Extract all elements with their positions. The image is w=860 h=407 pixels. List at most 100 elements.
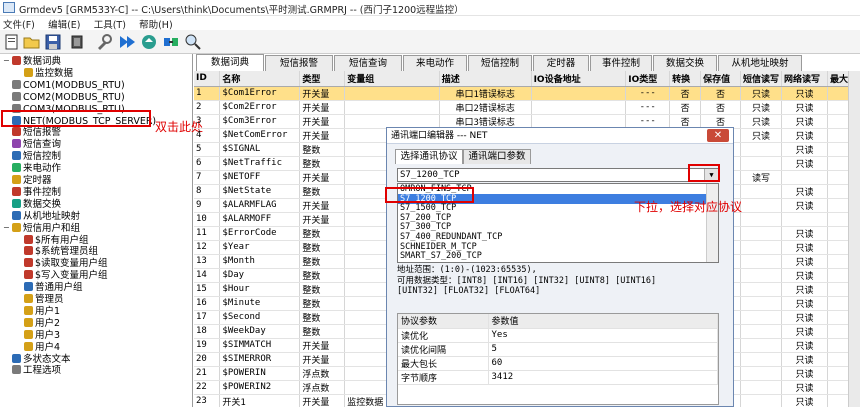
tree-node[interactable]: $所有用户组 bbox=[24, 234, 89, 247]
column-header[interactable]: 变量组 bbox=[344, 71, 440, 87]
tree-node[interactable]: 管理员 bbox=[24, 294, 64, 306]
column-header[interactable]: 转换 bbox=[669, 71, 702, 87]
tab-3[interactable]: 来电动作 bbox=[403, 55, 467, 71]
open-icon[interactable] bbox=[23, 33, 41, 51]
column-header[interactable]: ID bbox=[194, 71, 221, 87]
column-header[interactable]: 网络读写 bbox=[781, 71, 828, 87]
tree-node[interactable]: − 短信用户和组 bbox=[3, 222, 80, 235]
table-cell: $Day bbox=[219, 268, 301, 283]
tree-node[interactable]: 事件控制 bbox=[12, 186, 61, 199]
table-cell: 17 bbox=[194, 310, 221, 325]
param-value[interactable]: Yes bbox=[488, 328, 718, 343]
table-cell: 只读 bbox=[781, 310, 828, 325]
save-icon[interactable] bbox=[44, 33, 62, 51]
column-header[interactable]: 短信读写 bbox=[740, 71, 783, 87]
table-cell: 只读 bbox=[781, 296, 828, 311]
new-icon[interactable] bbox=[3, 33, 21, 51]
table-cell: 22 bbox=[194, 380, 221, 395]
tab-port-params[interactable]: 通讯端口参数 bbox=[463, 149, 531, 164]
tree-node[interactable]: 普通用户组 bbox=[24, 282, 83, 294]
tree-node[interactable]: COM1(MODBUS_RTU) bbox=[12, 79, 125, 92]
node-icon bbox=[24, 317, 33, 327]
tab-7[interactable]: 数据交换 bbox=[653, 55, 717, 71]
protocol-option[interactable]: S7_400_REDUNDANT_TCP bbox=[398, 232, 706, 242]
expander-icon[interactable]: − bbox=[3, 57, 11, 65]
tab-5[interactable]: 定时器 bbox=[533, 55, 589, 71]
desc-line-2: 可用数据类型：[INT8] [INT16] [INT32] [UINT8] [U… bbox=[397, 275, 657, 286]
tree-node[interactable]: 短信报警 bbox=[12, 127, 61, 139]
connect-icon[interactable] bbox=[162, 33, 180, 51]
node-icon bbox=[12, 186, 21, 196]
tab-select-protocol[interactable]: 选择通讯协议 bbox=[395, 149, 463, 164]
tab-0[interactable]: 数据词典 bbox=[196, 54, 264, 71]
param-value[interactable]: 5 bbox=[488, 342, 718, 357]
node-icon bbox=[24, 294, 33, 303]
param-row[interactable]: 读优化 Yes bbox=[398, 328, 718, 343]
tab-2[interactable]: 短信查询 bbox=[334, 55, 402, 71]
table-row[interactable]: 2 $Com2Error 开关量 串口2错误标志 --- 否否只读 只读 bbox=[194, 100, 860, 115]
tab-6[interactable]: 事件控制 bbox=[590, 55, 652, 71]
tree-node[interactable]: 监控数据 bbox=[24, 67, 73, 80]
param-value[interactable]: 3412 bbox=[488, 370, 718, 385]
param-row[interactable]: 最大包长 60 bbox=[398, 356, 718, 371]
expander-icon[interactable]: − bbox=[3, 223, 11, 232]
wrench-icon[interactable] bbox=[95, 33, 113, 51]
menu-edit[interactable]: 编辑(E) bbox=[45, 16, 80, 31]
tree-node[interactable]: $读取变量用户组 bbox=[24, 258, 108, 270]
table-cell bbox=[344, 100, 440, 115]
menu-help[interactable]: 帮助(H) bbox=[136, 16, 173, 31]
grid-scrollbar[interactable] bbox=[848, 71, 860, 407]
tree-node[interactable]: 用户2 bbox=[24, 317, 60, 330]
tab-1[interactable]: 短信报警 bbox=[265, 55, 333, 71]
protocol-option[interactable]: SCHNEIDER_M_TCP bbox=[398, 242, 706, 252]
tree-node[interactable]: 定时器 bbox=[12, 175, 52, 187]
table-row[interactable]: 1 $Com1Error 开关量 串口1错误标志 --- 否否只读 只读 bbox=[194, 86, 860, 101]
protocol-option[interactable]: SMART_S7_200_TCP bbox=[398, 251, 706, 261]
column-header[interactable]: 类型 bbox=[299, 71, 346, 87]
table-cell: 16 bbox=[194, 296, 221, 311]
tree-node[interactable]: $写入变量用户组 bbox=[24, 270, 108, 282]
menu-file[interactable]: 文件(F) bbox=[0, 16, 35, 31]
column-header[interactable]: 描述 bbox=[439, 71, 532, 87]
table-cell bbox=[531, 114, 627, 129]
toolbar bbox=[0, 30, 860, 54]
download-icon[interactable] bbox=[118, 33, 136, 51]
column-header[interactable]: IO类型 bbox=[625, 71, 671, 87]
tree-node[interactable]: $系统管理员组 bbox=[24, 246, 98, 258]
tree-node[interactable]: COM2(MODBUS_RTU) bbox=[12, 91, 125, 104]
tree-node[interactable]: 用户4 bbox=[24, 341, 60, 354]
protocol-description: 地址范围：(1:0)-(1023:65535), 可用数据类型：[INT8] [… bbox=[397, 265, 719, 297]
table-cell: 否 bbox=[700, 86, 742, 101]
column-header[interactable]: 名称 bbox=[219, 71, 301, 87]
column-header[interactable]: IO设备地址 bbox=[531, 71, 627, 87]
protocol-select[interactable]: S7_1200_TCP ▼ bbox=[397, 168, 719, 182]
tree-node[interactable]: 从机地址映射 bbox=[12, 210, 80, 223]
tree-node[interactable]: 用户1 bbox=[24, 305, 60, 318]
table-cell: 只读 bbox=[781, 184, 828, 199]
protocol-option[interactable]: S7_300_TCP bbox=[398, 222, 706, 232]
param-row[interactable]: 读优化间隔 5 bbox=[398, 342, 718, 357]
highlight-dropdown-arrow bbox=[688, 164, 720, 182]
param-row[interactable]: 字节顺序 3412 bbox=[398, 370, 718, 385]
chip-icon[interactable] bbox=[68, 33, 86, 51]
table-cell: 19 bbox=[194, 338, 221, 353]
list-scrollbar[interactable] bbox=[706, 184, 718, 262]
tree-node[interactable]: 短信查询 bbox=[12, 139, 61, 151]
tree-node[interactable]: 短信控制 bbox=[12, 151, 61, 163]
tree-node[interactable]: − 数据词典 bbox=[3, 56, 61, 68]
tab-8[interactable]: 从机地址映射 bbox=[718, 55, 802, 71]
tab-4[interactable]: 短信控制 bbox=[468, 55, 532, 71]
menu-tools[interactable]: 工具(T) bbox=[91, 16, 126, 31]
table-cell bbox=[740, 324, 783, 339]
upload-icon[interactable] bbox=[140, 33, 158, 51]
param-value[interactable]: 60 bbox=[488, 356, 718, 371]
tree-node[interactable]: 来电动作 bbox=[12, 163, 61, 175]
tree-node[interactable]: 数据交换 bbox=[12, 198, 61, 211]
tree-node[interactable]: 用户3 bbox=[24, 329, 60, 342]
column-header[interactable]: 保存值 bbox=[700, 71, 742, 87]
tree-node[interactable]: 工程选项 bbox=[12, 365, 61, 377]
tree-node[interactable]: 多状态文本 bbox=[12, 353, 71, 366]
search-icon[interactable] bbox=[184, 33, 202, 51]
table-row[interactable]: 3 $Com3Error 开关量 串口3错误标志 --- 否否只读 只读 bbox=[194, 114, 860, 129]
close-icon[interactable]: ✕ bbox=[707, 129, 729, 142]
